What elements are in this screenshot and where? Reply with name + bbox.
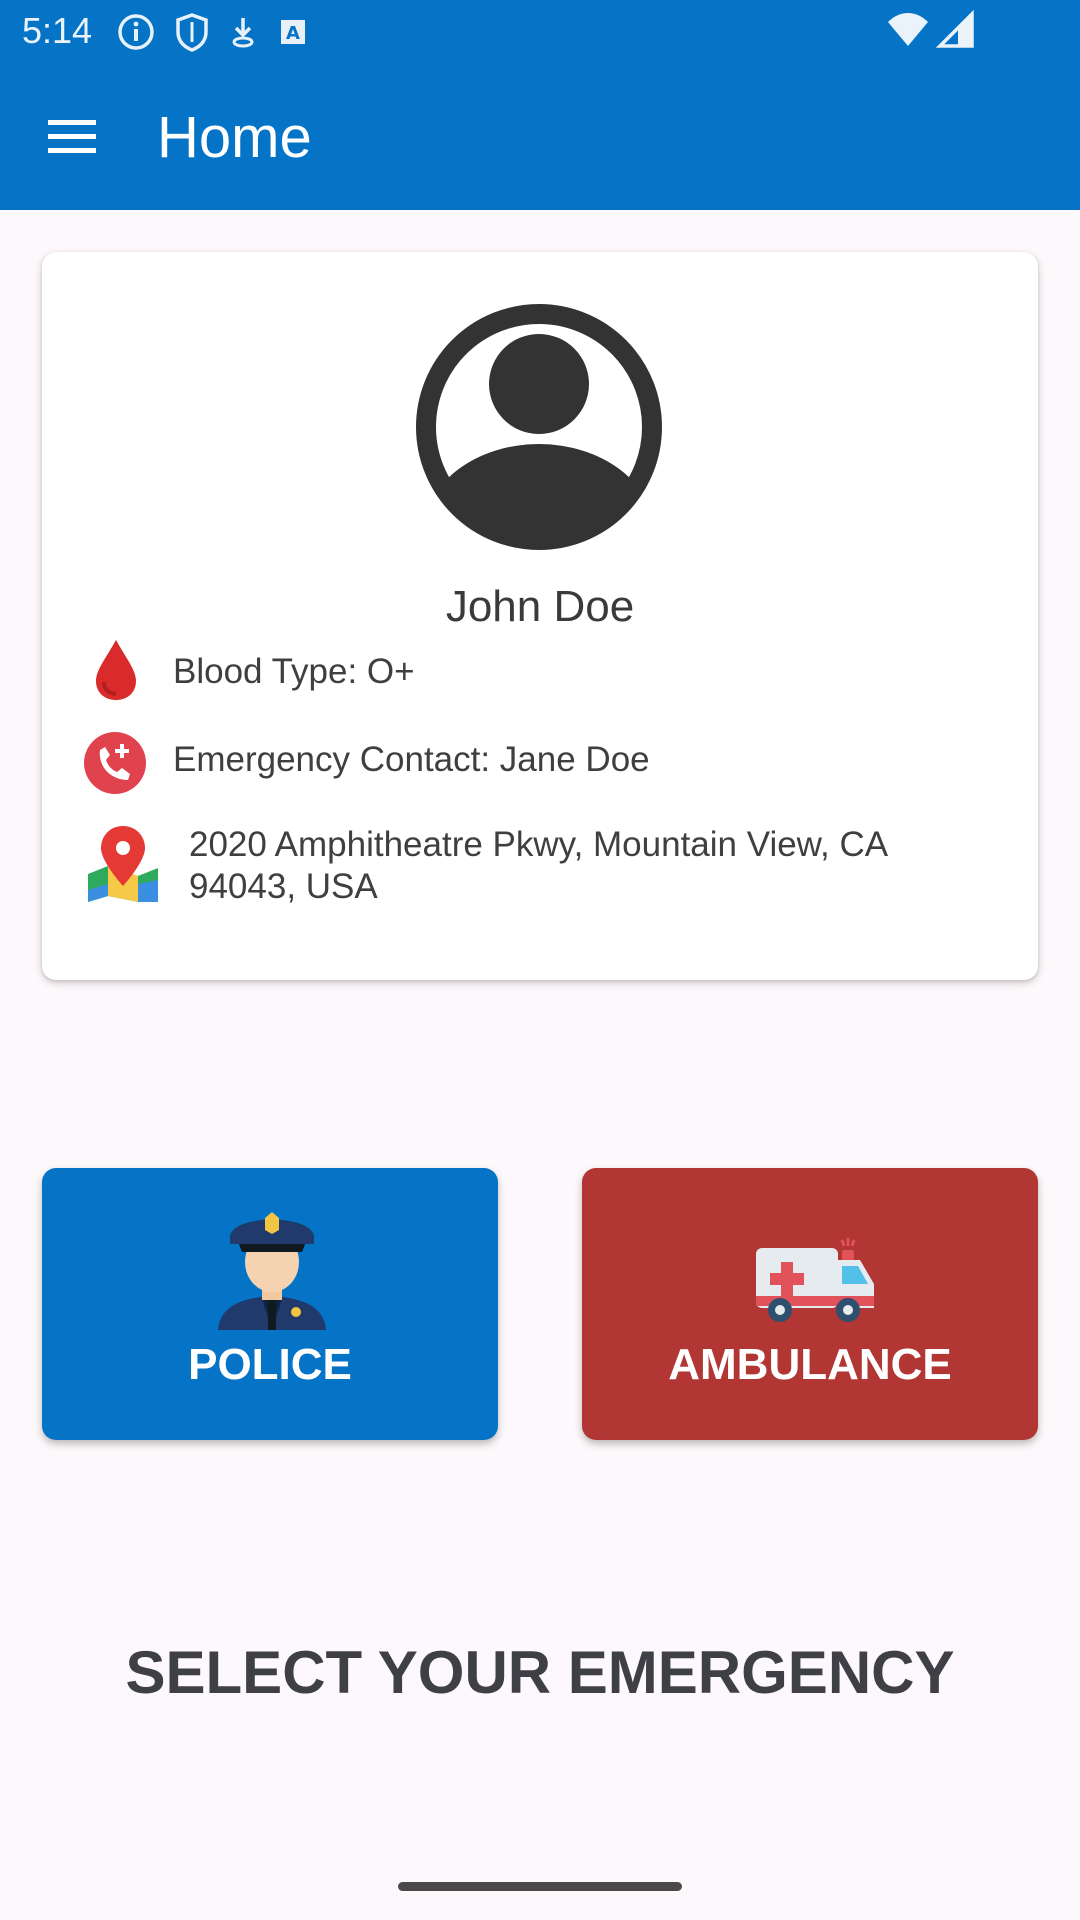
police-button-label: POLICE (188, 1340, 352, 1389)
page-title: Home (157, 105, 312, 170)
select-emergency-heading: SELECT YOUR EMERGENCY (125, 1639, 955, 1706)
blood-drop-icon (96, 640, 136, 700)
ambulance-icon (756, 1238, 874, 1322)
wifi-icon (888, 13, 928, 46)
ambulance-button-label: AMBULANCE (668, 1340, 952, 1389)
police-button[interactable]: POLICE (42, 1168, 498, 1440)
map-location-icon (88, 826, 158, 902)
address-text: 2020 Amphitheatre Pkwy, Mountain View, C… (189, 824, 888, 908)
profile-card: John Doe Blood Type: O+ Emergency Contac… (42, 252, 1038, 980)
address-line-2: 94043, USA (189, 867, 378, 906)
account-circle-icon (416, 304, 662, 550)
svg-text:A: A (286, 23, 300, 44)
shield-icon (176, 13, 208, 52)
address-line-1: 2020 Amphitheatre Pkwy, Mountain View, C… (189, 825, 889, 864)
hamburger-menu-icon (48, 120, 96, 153)
app-bar: Home (0, 62, 1080, 210)
emergency-phone-icon (84, 732, 146, 794)
text-a-icon: A (281, 20, 305, 44)
info-icon (118, 14, 154, 50)
menu-button[interactable] (36, 106, 108, 166)
blood-type-text: Blood Type: O+ (173, 652, 415, 691)
police-officer-icon (218, 1212, 326, 1330)
signal-icon (936, 10, 974, 48)
emergency-contact-text: Emergency Contact: Jane Doe (173, 740, 650, 779)
ambulance-button[interactable]: AMBULANCE (582, 1168, 1038, 1440)
download-icon (232, 18, 254, 48)
home-indicator[interactable] (398, 1882, 682, 1891)
user-name: John Doe (445, 582, 635, 631)
status-time: 5:14 (22, 10, 93, 51)
status-bar: 5:14 A (0, 0, 1080, 62)
